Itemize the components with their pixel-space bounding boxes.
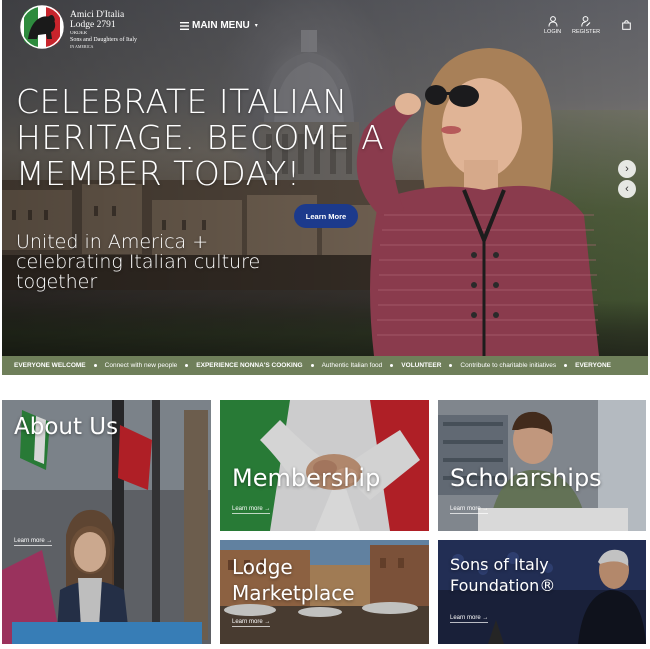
ticker-item: Contribute to charitable initiatives [460, 362, 575, 369]
ticker-item: Connect with new people [105, 362, 197, 369]
lodge-marketplace-title: Lodge Marketplace [232, 555, 355, 605]
ticker-item: EVERYONE [575, 362, 612, 369]
chevron-left-icon: ‹ [625, 182, 629, 195]
ticker-item: VOLUNTEER [401, 362, 460, 369]
main-menu-button[interactable]: MAIN MENU ▾ [180, 20, 258, 31]
ticker-item: EXPERIENCE NONNA'S COOKING [196, 362, 321, 369]
scholarships-learn-more-link[interactable]: Learn more → [450, 506, 489, 514]
foundation-learn-more-link[interactable]: Learn more → [450, 615, 489, 623]
main-menu-label: MAIN MENU [192, 20, 250, 31]
ticker-item: EVERYONE WELCOME [14, 362, 105, 369]
hero-subtitle: United in America + celebrating Italian … [16, 231, 261, 293]
hero-title: CELEBRATE ITALIAN HERITAGE. BECOME A MEM… [16, 82, 385, 193]
site-header: Amici D'Italia Lodge 2791 ORDER Sons and… [2, 0, 648, 52]
user-edit-icon [581, 16, 591, 27]
marketplace-learn-more-link[interactable]: Learn more → [232, 619, 271, 627]
chevron-right-icon: › [625, 162, 629, 175]
carousel-prev-button[interactable]: ‹ [618, 180, 636, 198]
foundation-tile[interactable]: Sons of Italy Foundation® Learn more → [438, 540, 646, 644]
lodge-marketplace-tile[interactable]: Lodge Marketplace Learn more → [220, 540, 429, 644]
user-icon [548, 16, 558, 27]
hero-banner: CELEBRATE ITALIAN HERITAGE. BECOME A MEM… [2, 0, 648, 356]
about-us-tile[interactable]: About Us Learn more → [2, 400, 211, 644]
foundation-title: Sons of Italy Foundation® [450, 555, 556, 595]
carousel-next-button[interactable]: › [618, 160, 636, 178]
feature-ticker: EVERYONE WELCOME Connect with new people… [2, 356, 648, 375]
membership-title: Membership [232, 464, 381, 492]
lodge-name: Amici D'Italia Lodge 2791 ORDER Sons and… [70, 10, 137, 49]
scholarships-title: Scholarships [450, 464, 602, 492]
ticker-item: Authentic Italian food [322, 362, 402, 369]
login-link[interactable]: LOGIN [544, 16, 561, 35]
learn-more-button[interactable]: Learn More [294, 204, 358, 228]
membership-tile[interactable]: Membership Learn more → [220, 400, 429, 531]
lion-logo-icon[interactable] [18, 5, 66, 49]
chevron-down-icon: ▾ [254, 23, 258, 29]
about-us-learn-more-link[interactable]: Learn more → [14, 538, 53, 546]
membership-learn-more-link[interactable]: Learn more → [232, 506, 271, 514]
scholarships-tile[interactable]: Scholarships Learn more → [438, 400, 646, 531]
shopping-bag-icon[interactable] [622, 20, 631, 30]
about-us-title: About Us [14, 414, 119, 440]
hamburger-icon [180, 21, 189, 30]
register-link[interactable]: REGISTER [572, 16, 600, 35]
